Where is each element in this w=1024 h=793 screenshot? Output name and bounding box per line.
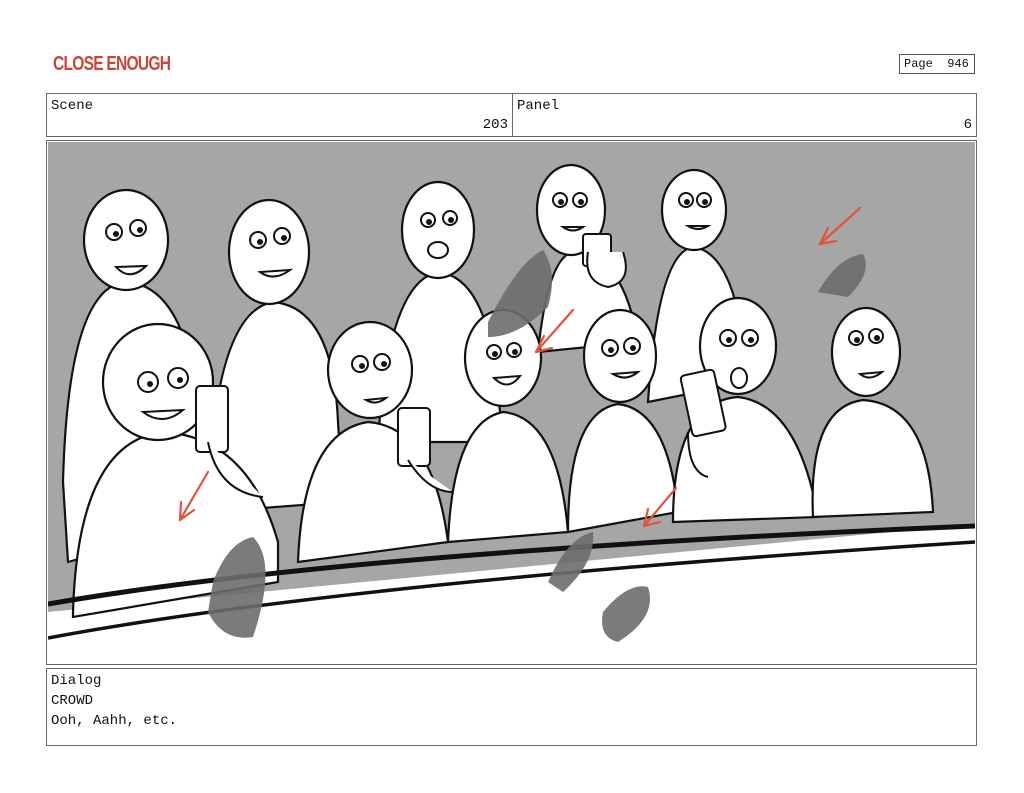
scene-cell: Scene 203 <box>47 94 513 136</box>
page-label: Page <box>904 57 933 71</box>
page-number-box: Page 946 <box>899 54 975 74</box>
crowd-drawing <box>48 142 975 663</box>
dialog-line: Ooh, Aahh, etc. <box>51 713 178 729</box>
page-number: 946 <box>947 57 969 71</box>
brand-logo: CLOSE ENOUGH <box>53 53 171 75</box>
storyboard-frame <box>46 140 977 665</box>
dialog-box: Dialog CROWD Ooh, Aahh, etc. <box>46 668 977 746</box>
panel-cell: Panel 6 <box>513 94 976 136</box>
scene-label: Scene <box>51 98 94 114</box>
panel-number: 6 <box>963 117 972 133</box>
panel-label: Panel <box>517 98 560 114</box>
dialog-character: CROWD <box>51 693 94 709</box>
scene-panel-header: Scene 203 Panel 6 <box>46 93 977 137</box>
dialog-label: Dialog <box>51 673 102 689</box>
scene-number: 203 <box>482 117 508 133</box>
